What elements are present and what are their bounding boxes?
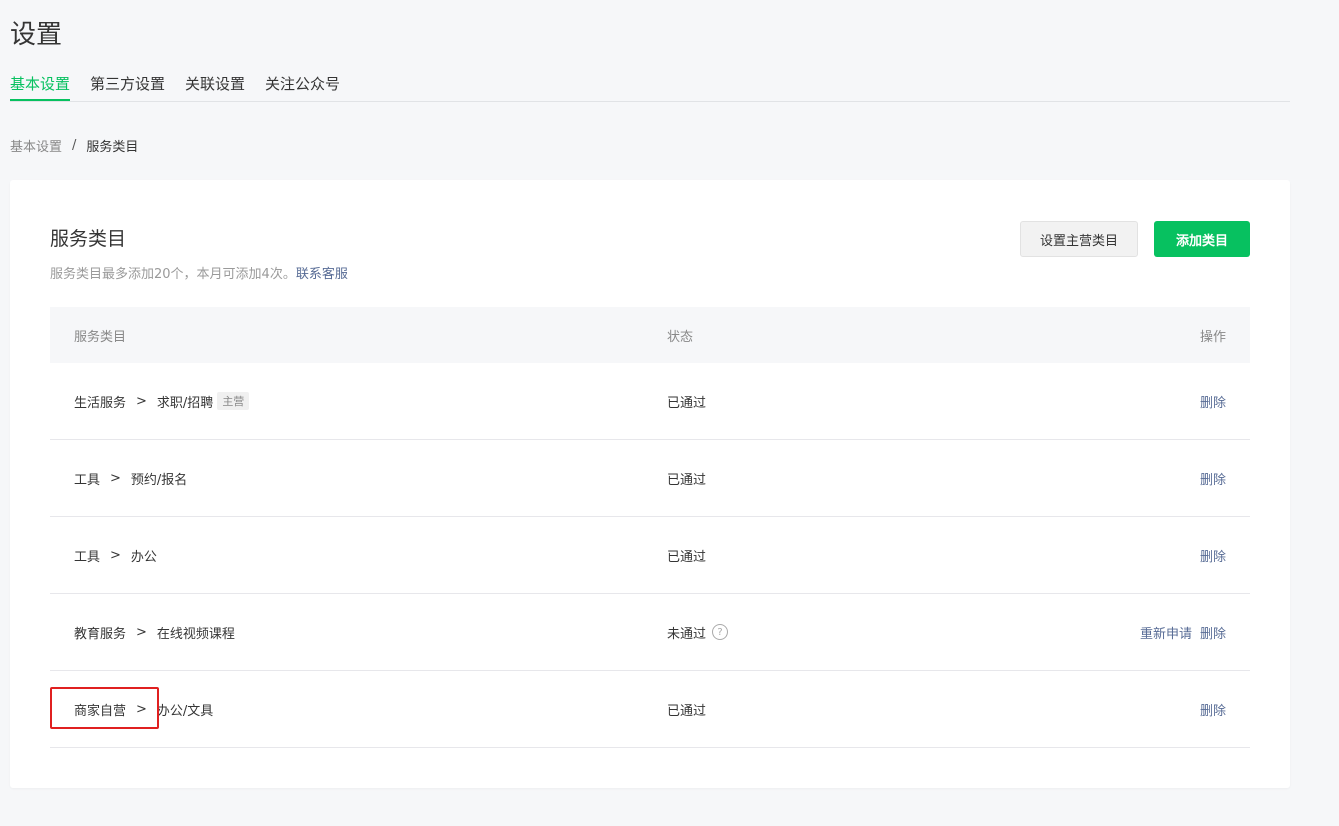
category-level2: 在线视频课程	[156, 626, 235, 642]
delete-link[interactable]: 删除	[1200, 700, 1226, 719]
category-separator: >	[136, 701, 147, 717]
card-description-text: 服务类目最多添加20个，本月可添加4次。	[50, 267, 296, 282]
table-row: 教育服务 > 在线视频课程 未通过 ? 重新申请 删除	[50, 594, 1250, 671]
category-separator: >	[136, 393, 147, 409]
status-text: 已通过	[667, 395, 707, 411]
table-row: 商家自营 > 办公/文具 已通过 删除	[50, 671, 1250, 748]
tab-third-party-settings[interactable]: 第三方设置	[90, 72, 165, 100]
status-text: 已通过	[667, 703, 707, 719]
main-category-tag: 主营	[217, 392, 250, 410]
category-level1: 工具	[74, 472, 101, 488]
tab-linked-settings[interactable]: 关联设置	[185, 72, 245, 100]
table-row: 工具 > 预约/报名 已通过 删除	[50, 440, 1250, 517]
delete-link[interactable]: 删除	[1200, 623, 1226, 642]
breadcrumb: 基本设置 / 服务类目	[10, 136, 138, 155]
page-title: 设置	[10, 20, 63, 50]
category-separator: >	[110, 470, 121, 486]
header-status: 状态	[667, 329, 694, 345]
tab-follow-official-account[interactable]: 关注公众号	[265, 72, 340, 100]
category-table: 服务类目 状态 操作 生活服务 > 求职/招聘 主营 已通过 删除 工具 > 预…	[50, 307, 1250, 748]
add-category-button[interactable]: 添加类目	[1154, 221, 1250, 257]
delete-link[interactable]: 删除	[1200, 392, 1226, 411]
table-row: 生活服务 > 求职/招聘 主营 已通过 删除	[50, 363, 1250, 440]
category-separator: >	[136, 624, 147, 640]
help-circle-icon[interactable]: ?	[712, 624, 729, 640]
category-separator: >	[110, 547, 121, 563]
card-description: 服务类目最多添加20个，本月可添加4次。联系客服	[50, 263, 348, 282]
status-text: 已通过	[667, 472, 707, 488]
reapply-link[interactable]: 重新申请	[1140, 623, 1192, 642]
contact-support-link[interactable]: 联系客服	[296, 267, 348, 282]
delete-link[interactable]: 删除	[1200, 469, 1226, 488]
category-level1: 商家自营	[74, 703, 127, 719]
header-category: 服务类目	[74, 329, 127, 345]
service-category-card: 服务类目 服务类目最多添加20个，本月可添加4次。联系客服 设置主营类目 添加类…	[10, 180, 1290, 788]
breadcrumb-basic-settings[interactable]: 基本设置	[10, 136, 62, 155]
category-level1: 生活服务	[74, 395, 127, 411]
category-level1: 教育服务	[74, 626, 127, 642]
settings-tabs: 基本设置 第三方设置 关联设置 关注公众号	[10, 72, 1290, 102]
breadcrumb-current: 服务类目	[86, 140, 139, 155]
header-ops: 操作	[1199, 329, 1226, 345]
status-text: 未通过	[667, 626, 707, 642]
card-title: 服务类目	[50, 228, 127, 250]
category-level1: 工具	[74, 549, 101, 565]
category-level2: 求职/招聘	[156, 395, 214, 411]
table-row: 工具 > 办公 已通过 删除	[50, 517, 1250, 594]
tab-basic-settings[interactable]: 基本设置	[10, 72, 71, 101]
status-text: 已通过	[667, 549, 707, 565]
breadcrumb-separator: /	[72, 138, 77, 153]
category-level2: 预约/报名	[130, 472, 188, 488]
category-level2: 办公	[130, 549, 157, 565]
table-header: 服务类目 状态 操作	[50, 307, 1250, 363]
set-main-category-button[interactable]: 设置主营类目	[1020, 221, 1138, 257]
category-level2: 办公/文具	[156, 703, 214, 719]
delete-link[interactable]: 删除	[1200, 546, 1226, 565]
